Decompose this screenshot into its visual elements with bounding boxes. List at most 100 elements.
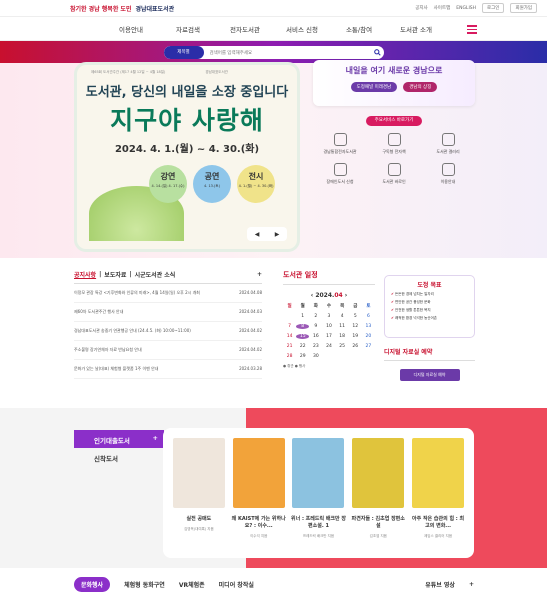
calendar-day[interactable]: 10 [322,324,335,329]
prev-month-icon[interactable]: ‹ [311,292,313,299]
list-item[interactable]: 이정모 관장 특강 <기후변화와 인류의 미래>, 4월 14일(일) 오후 2… [74,284,262,303]
book-item[interactable]: 아주 작은 습관의 힘 : 최고의 변화... 제임스 클리어 지음 [410,438,466,558]
book-item[interactable]: 실전 공매도 김영옥(대여록) 지음 [171,438,227,558]
banner-headline: 지구야 사랑해 [110,106,264,135]
tab-culture[interactable]: 문화행사 [74,576,111,592]
tab-press[interactable]: 보도자료 [104,270,126,279]
svc-gallery[interactable]: 도서관 갤러리 [421,133,475,155]
sitemap-link[interactable]: 사이트맵 [434,5,451,11]
calendar-day[interactable]: 5 [349,314,362,319]
calendar-day[interactable]: 13 [362,324,375,329]
utility-bar: 참기한 경남 행복한 도민 경남대표도서관 공지사 사이트맵 ENGLISH 로… [0,0,547,17]
book-title: 파견자들 : 김초엽 장편소설 [351,516,405,529]
nav-about[interactable]: 도서관 소개 [388,24,445,34]
reserve-button[interactable]: 디지털 자료실 예약 [399,369,460,381]
tab-new[interactable]: 신착도서 [74,448,164,466]
symbol-button[interactable]: 경남의 상징 [403,82,438,92]
calendar-day[interactable]: 7 [283,324,296,329]
calendar-day[interactable]: 21 [283,344,296,349]
tab-media[interactable]: 미디어 창작실 [219,580,254,589]
nav-community[interactable]: 소통/참여 [331,24,388,34]
calendar-day[interactable]: 4 [336,314,349,319]
chat-icon [387,163,401,176]
svc-disabled[interactable]: 장애인도서 신청 [313,163,367,185]
banner-title: 도서관, 당신의 내일을 소장 중입니다 [85,85,289,100]
nav-service[interactable]: 서비스 신청 [274,24,331,34]
tab-city-news[interactable]: 시군도서관 소식 [135,270,176,279]
search-input[interactable] [203,45,372,59]
calendar-day[interactable]: 17 [322,334,335,339]
svc-guide[interactable]: 이용안내 [421,163,475,185]
search-type-select[interactable]: 제목별 [163,45,204,59]
gov-panel-button[interactable]: 도정패널 미래경남 [350,82,398,92]
calendar-day[interactable]: 6 [362,314,375,319]
signup-button[interactable]: 회원가입 [510,3,537,13]
calendar-legend: ● 휴관 ● 행사 [283,364,306,368]
calendar-day[interactable]: 24 [322,344,335,349]
calendar-day [283,314,296,319]
book-item[interactable]: 파견자들 : 김초엽 장편소설김초엽 지음 [350,438,406,558]
calendar-day[interactable]: 30 [309,354,322,359]
list-item[interactable]: 제60차 도서관주간 행사 안내 2024.04.03 [74,303,262,322]
svc-direct[interactable]: 도서관 바로인 [367,163,421,185]
search-icon[interactable] [372,46,384,58]
list-item[interactable]: 주소불명 장기연체자 자료 반납요청 안내 2024.04.02 [74,341,262,360]
calendar-day[interactable]: 3 [322,314,335,319]
nav-usage[interactable]: 이용안내 [103,24,160,34]
calendar-day[interactable]: 26 [349,344,362,349]
play-icon[interactable]: ▶ [275,231,280,238]
calendar-day[interactable]: 8 [296,324,310,329]
calendar-day[interactable]: 11 [336,324,349,329]
book-author: 김초엽 지음 [369,534,387,538]
youtube-link[interactable]: 유튜브 영상 [425,580,455,589]
notice-link[interactable]: 공지사 [415,5,427,11]
gov-slogan: 내일을 여기 새로운 경남으로 [345,66,443,75]
book-cover [292,438,345,508]
calendar-day[interactable]: 14 [283,334,296,339]
tab-storytelling[interactable]: 체험형 동화구연 [124,580,165,589]
more-icon[interactable]: + [469,581,474,588]
english-link[interactable]: ENGLISH [456,6,476,11]
calendar-day[interactable]: 12 [349,324,362,329]
calendar-day[interactable]: 1 [296,314,309,319]
calendar-day[interactable]: 19 [349,334,362,339]
calendar-day[interactable]: 27 [362,344,375,349]
calendar-day[interactable]: 16 [309,334,322,339]
calendar-day[interactable]: 22 [296,344,309,349]
event-lecture: 강연 4. 14.(일) 4. 17.(수) [149,165,187,203]
svc-elibrary[interactable]: 경남통합전자도서관 [313,133,367,155]
nav-search[interactable]: 자료검색 [160,24,217,34]
nav-elibrary[interactable]: 전자도서관 [217,24,274,34]
prev-icon[interactable]: ◀ [255,231,260,238]
weekday-label: 목 [340,304,345,309]
main-banner[interactable]: 제65회 도서관주간 (제17 4월 12일 ~ 4월 18일) 경남대표도서관 … [74,62,300,252]
more-icon[interactable]: + [257,271,262,278]
list-item[interactable]: 문화가 있는 날(대표) 체험형 플랫폼 1주 이벤 안내 2024.03.28 [74,360,262,379]
banner-org: 경남대표도서관 [205,70,228,74]
calendar-day[interactable]: 2 [309,314,322,319]
svc-ebook[interactable]: 구독형 전자책 [367,133,421,155]
book-cover [172,438,225,508]
book-item[interactable]: 위너 : 프레드릭 배크만 장편소설. 1 프레드릭 배크만 지음 [290,438,346,558]
calendar-day[interactable]: 28 [283,354,296,359]
login-button[interactable]: 로그인 [482,3,505,13]
next-month-icon[interactable]: › [345,292,347,299]
tab-notice[interactable]: 공지사항 [74,270,96,279]
hero-section: 제65회 도서관주간 (제17 4월 12일 ~ 4월 18일) 경남대표도서관 … [0,60,547,258]
menu-icon[interactable] [467,25,477,36]
calendar-day[interactable]: 29 [296,354,309,359]
calendar-day[interactable]: 20 [362,334,375,339]
calendar-day[interactable]: 23 [309,344,322,349]
calendar-day[interactable]: 9 [309,324,322,329]
calendar-day[interactable]: 15 [296,334,310,339]
list-item[interactable]: 경남대표도서관 송중기 연관행공 안내 (24.4.5. (화) 10:00~1… [74,322,262,341]
tablet-icon [387,133,401,146]
calendar-day[interactable]: 25 [336,344,349,349]
banner-controls: ◀ ▶ [247,227,287,241]
site-logo[interactable]: 참기한 경남 행복한 도민 경남대표도서관 [70,4,174,13]
tab-vr[interactable]: VR체험존 [179,580,205,589]
book-item[interactable]: 왜 KAIST에 가는 위하나요? : 이수... 이수석 지음 [231,438,287,558]
calendar-day[interactable]: 18 [336,334,349,339]
digital-room: 디지털 자료실 예약 디지털 자료실 예약 [384,347,475,381]
tab-popular[interactable]: 인기대출도서 [74,430,164,448]
